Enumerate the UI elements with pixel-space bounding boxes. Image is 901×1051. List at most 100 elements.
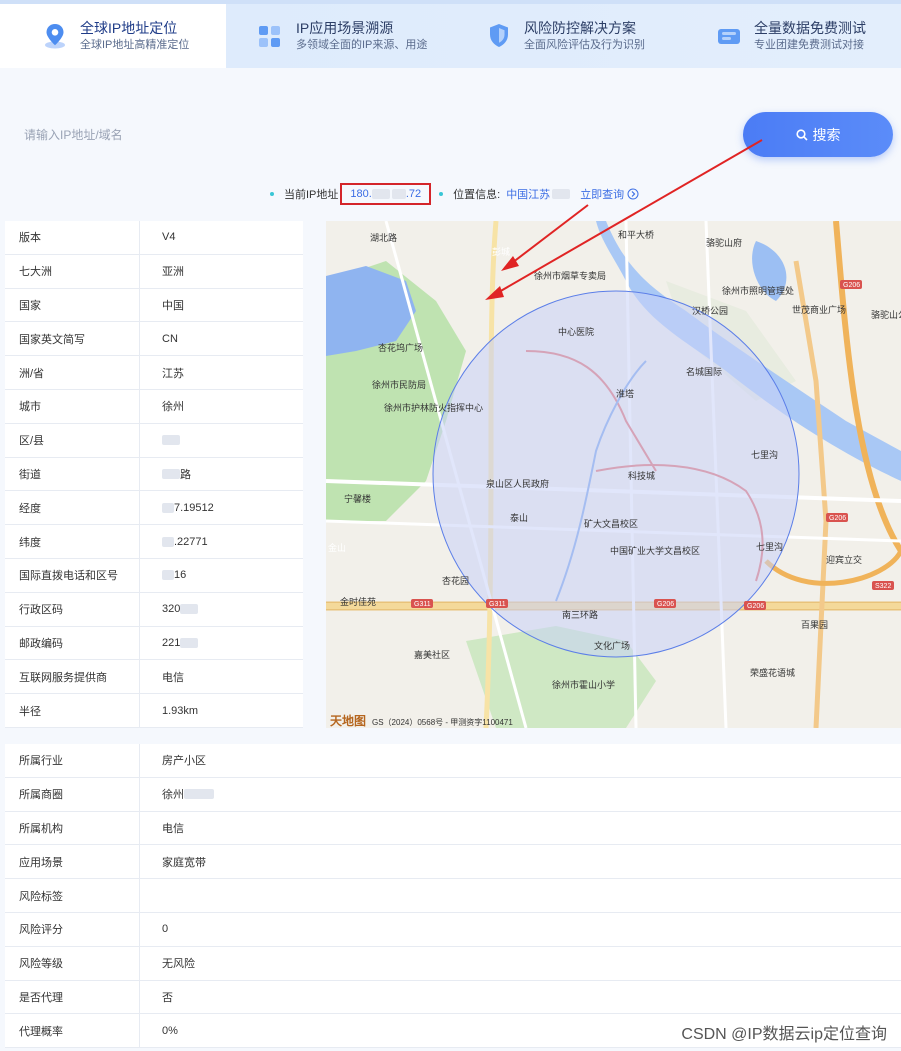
product-tabs: 全球IP地址定位 全球IP地址高精准定位 IP应用场景溯源多领域全面的IP来源、用… [0,0,901,68]
row-key: 区/县 [5,423,140,457]
table-row: 所属商圈 徐州 [5,777,901,812]
redacted-block [391,189,406,200]
row-key: 互联网服务提供商 [5,660,140,694]
road-badge: G206 [657,601,674,608]
current-ip-label: 当前IP地址 [284,189,339,201]
redacted-block [371,189,390,200]
watermark: CSDN @IP数据云ip定位查询 [681,1026,887,1043]
row-value [140,424,303,457]
table-row: 街道 路 [5,457,303,492]
map-label: 骆驼山府 [706,237,742,248]
table-row: 国际直拨电话和区号 16 [5,558,303,593]
search-button[interactable]: 搜索 [743,112,893,157]
row-key: 七大洲 [5,254,140,288]
location-map[interactable]: 湖北路 彭城 徐州市烟草专卖局 中心医院 和平大桥 骆驼山府 徐州市照明管理处 … [326,221,901,728]
row-value: 家庭宽带 [162,856,206,869]
search-area: 请输入IP地址/域名 搜索 当前IP地址 180. .72 位置信息: 中国江苏 … [0,68,901,218]
table-row: 风险标签 [5,879,901,913]
road-badge: G311 [414,601,431,608]
row-key: 风险标签 [5,879,140,912]
tab-subtitle: 多领域全面的IP来源、用途 [296,39,428,51]
row-value: 中国 [162,299,184,312]
map-label: 金山 [328,542,346,553]
tab-title: 风险防控解决方案 [524,20,636,36]
tab-title: IP应用场景溯源 [296,20,394,36]
row-value: 7.19512 [140,491,303,524]
row-key: 应用场景 [5,845,140,879]
road-badge: G206 [843,282,860,289]
current-ip-line: 当前IP地址 180. .72 位置信息: 中国江苏 立即查询 [270,183,639,205]
location-pin-icon [40,21,70,51]
query-now-link[interactable]: 立即查询 [580,186,624,202]
row-value: 16 [140,559,303,592]
ip-suffix: .72 [405,188,422,200]
ip-scene-table: 所属行业 房产小区 所属商圈 徐州 所属机构 电信 应用场景 家庭宽带 风险标签 风险评… [5,744,901,1049]
map-label: 徐州市照明管理处 [722,285,794,296]
map-label: 宁馨楼 [344,493,371,504]
row-value: 徐州 [162,401,184,414]
table-row: 行政区码 320 [5,592,303,627]
map-label: 金时佳苑 [340,596,376,607]
row-value-text: 徐州 [162,789,184,802]
table-row: 国家英文简写 CN [5,322,303,357]
table-row: 是否代理 否 [5,980,901,1015]
map-label: 杏花坞广场 [378,342,423,353]
tab-ip-location[interactable]: 全球IP地址定位 全球IP地址高精准定位 [0,4,226,68]
row-key: 代理概率 [5,1014,140,1048]
road-badge: G311 [489,601,506,608]
tab-subtitle: 全面风险评估及行为识别 [524,39,645,51]
map-label: 荣盛花语城 [750,667,795,678]
tab-risk-control[interactable]: 风险防控解决方案全面风险评估及行为识别 [452,4,678,68]
map-label: 湖北路 [370,232,397,243]
row-value: 221 [140,627,303,660]
map-label: 汉桥公园 [692,305,728,316]
map-label: 泰山 [510,512,528,523]
table-row: 所属机构 电信 [5,811,901,846]
ip-info-table: 版本 V4 七大洲 亚洲 国家 中国 国家英文简写 CN 洲/省 江苏 城市 徐州 区/县 … [5,221,303,728]
redacted-block [162,536,174,547]
table-row: 邮政编码 221 [5,626,303,661]
map-label: 科技城 [628,470,655,481]
table-row: 互联网服务提供商 电信 [5,660,303,695]
tab-free-test[interactable]: 全量数据免费测试 专业团建免费测试对接 [678,4,901,68]
table-row: 应用场景 家庭宽带 [5,845,901,880]
row-value: V4 [162,231,176,244]
location-label: 位置信息: [453,189,501,201]
row-value: 0 [162,923,169,936]
database-icon [714,21,744,51]
row-value [140,879,901,912]
row-value: 320 [140,593,303,626]
redacted-block [552,189,571,199]
row-value: CN [162,332,178,345]
map-label: 迎宾立交 [826,554,862,565]
row-key: 国家 [5,288,140,322]
row-key: 版本 [5,221,140,254]
row-value-text: 221 [162,636,181,649]
table-row: 经度 7.19512 [5,491,303,526]
map-label: 名城国际 [686,366,722,377]
blocks-icon [256,21,286,51]
tab-ip-scenario[interactable]: IP应用场景溯源多领域全面的IP来源、用途 [226,4,452,68]
map-label: 世茂商业广场 [792,304,846,315]
row-value: 路 [140,458,303,491]
tab-subtitle: 全球IP地址高精准定位 [80,39,190,51]
ip-prefix: 180. [350,188,372,200]
map-copyright: GS（2024）0568号 - 甲测资字1100471 [372,717,513,727]
table-row: 区/县 [5,423,303,458]
shield-icon [484,21,514,51]
redacted-block [162,570,174,581]
search-input[interactable]: 请输入IP地址/域名 [0,112,770,158]
row-value: 电信 [162,822,184,835]
map-label: 徐州市民防局 [372,379,426,390]
map-label: 中心医院 [558,326,594,337]
row-value: 江苏 [162,367,184,380]
row-value: 1.93km [162,704,199,717]
road-badge: G206 [747,603,764,610]
table-row: 风险等级 无风险 [5,946,901,981]
table-row: 洲/省 江苏 [5,356,303,390]
row-key: 街道 [5,457,140,491]
row-key: 行政区码 [5,592,140,626]
map-label: 南三环路 [562,609,598,620]
redacted-block [180,637,199,648]
table-row: 风险评分 0 [5,912,901,947]
